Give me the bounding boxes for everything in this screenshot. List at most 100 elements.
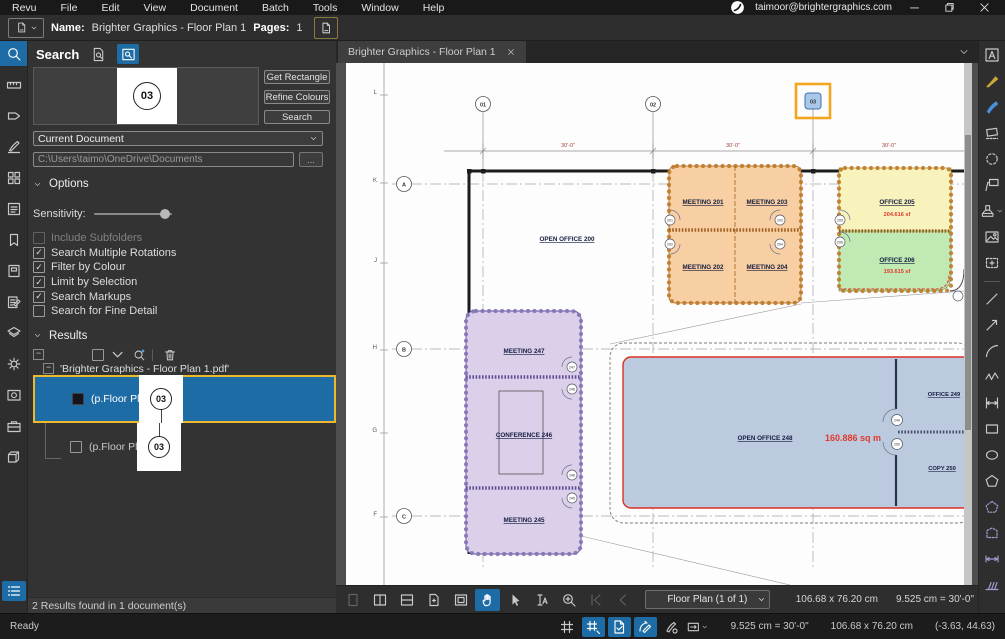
page-preview-button[interactable]: [314, 17, 338, 39]
menu-revu[interactable]: Revu: [0, 0, 49, 15]
checkbox-search-multiple-rotations[interactable]: [33, 247, 45, 259]
document-viewport[interactable]: L K J H G F 30'-0" 30'-0" 30'-0": [336, 63, 978, 585]
split-horizontal-button[interactable]: [394, 589, 419, 611]
slider-knob[interactable]: [160, 209, 170, 219]
callout-button[interactable]: [980, 174, 1004, 196]
measure-area-button[interactable]: [980, 574, 1004, 596]
pen-button[interactable]: [980, 96, 1004, 118]
search-result-row-2[interactable]: (p.Floor Plan) 03: [33, 423, 336, 471]
window-minimize-button[interactable]: [902, 1, 927, 14]
window-close-button[interactable]: [972, 1, 997, 14]
apply-action-button[interactable]: [108, 347, 126, 363]
line-button[interactable]: [980, 288, 1004, 310]
tab-list-chevron[interactable]: [958, 46, 970, 58]
highlight-button[interactable]: [980, 70, 1004, 92]
select-all-checkbox[interactable]: [92, 349, 104, 361]
zoom-button[interactable]: [556, 589, 581, 611]
polygon-button[interactable]: [980, 470, 1004, 492]
media-button[interactable]: [0, 382, 27, 407]
pan-button[interactable]: [475, 589, 500, 611]
document-menu-dropdown[interactable]: [8, 18, 44, 38]
page-select-dropdown[interactable]: Floor Plan (1 of 1): [645, 590, 770, 609]
measurements-button[interactable]: [0, 72, 27, 97]
options-section-header[interactable]: Options: [33, 177, 336, 191]
markup-summary-button[interactable]: [0, 289, 27, 314]
3d-model-button[interactable]: [0, 444, 27, 469]
first-page-button[interactable]: [583, 589, 608, 611]
pen-mode-button[interactable]: [660, 617, 683, 637]
signatures-button[interactable]: [0, 134, 27, 159]
results-section-header[interactable]: Results: [33, 329, 336, 343]
search-scope-select[interactable]: Current Document: [33, 131, 323, 146]
layers-button[interactable]: [0, 320, 27, 345]
arc-button[interactable]: [980, 340, 1004, 362]
split-vertical-button[interactable]: [367, 589, 392, 611]
ellipse-button[interactable]: [980, 444, 1004, 466]
snap-to-grid-button[interactable]: [582, 617, 605, 637]
text-search-tab[interactable]: [87, 44, 109, 64]
window-restore-button[interactable]: [937, 1, 962, 14]
show-grid-button[interactable]: [556, 617, 579, 637]
select-button[interactable]: [502, 589, 527, 611]
checkbox-limit-by-selection[interactable]: [33, 276, 45, 288]
document-tab[interactable]: Brighter Graphics - Floor Plan 1: [338, 41, 526, 63]
measure-length-button[interactable]: [980, 548, 1004, 570]
single-page-button[interactable]: [340, 589, 365, 611]
get-rectangle-button[interactable]: Get Rectangle: [264, 70, 330, 84]
search-result-row-1[interactable]: (p.Floor Plan) 03: [33, 375, 336, 423]
menu-edit[interactable]: Edit: [89, 0, 131, 15]
fit-page-button[interactable]: [448, 589, 473, 611]
arrow-button[interactable]: [980, 314, 1004, 336]
sensitivity-slider[interactable]: [94, 207, 172, 221]
flags-button[interactable]: [0, 103, 27, 128]
menu-view[interactable]: View: [132, 0, 179, 15]
result-checkbox[interactable]: [72, 393, 84, 405]
dimension-button[interactable]: [980, 392, 1004, 414]
image-button[interactable]: [980, 226, 1004, 248]
eraser-button[interactable]: [980, 122, 1004, 144]
insert-pages-button[interactable]: [421, 589, 446, 611]
menu-window[interactable]: Window: [349, 0, 410, 15]
previous-page-button[interactable]: [610, 589, 635, 611]
checkbox-search-markups[interactable]: [33, 291, 45, 303]
collapse-all-button[interactable]: −: [33, 349, 44, 360]
polyline-button[interactable]: [980, 366, 1004, 388]
close-icon[interactable]: [506, 47, 516, 57]
vertical-scrollbar[interactable]: [964, 63, 972, 585]
reuse-markup-button[interactable]: [686, 617, 709, 637]
menu-document[interactable]: Document: [178, 0, 250, 15]
polygon-cloud-button[interactable]: [980, 496, 1004, 518]
scrollbar-thumb[interactable]: [965, 135, 971, 430]
checkbox-filter-by-colour[interactable]: [33, 261, 45, 273]
menu-help[interactable]: Help: [411, 0, 457, 15]
menu-tools[interactable]: Tools: [301, 0, 350, 15]
tool-chest-button[interactable]: [0, 413, 27, 438]
cloud-button[interactable]: [980, 148, 1004, 170]
menu-batch[interactable]: Batch: [250, 0, 301, 15]
result-checkbox[interactable]: [70, 441, 82, 453]
spaces-button[interactable]: [0, 258, 27, 283]
stamp-button[interactable]: [980, 200, 1004, 222]
checkbox-include-subfolders[interactable]: [33, 232, 45, 244]
browse-button[interactable]: ...: [299, 152, 323, 167]
snap-to-markup-button[interactable]: [634, 617, 657, 637]
search-button[interactable]: [0, 41, 27, 66]
refine-colours-button[interactable]: Refine Colours: [264, 90, 330, 104]
delete-result-button[interactable]: [161, 347, 179, 363]
markups-list-toggle-button[interactable]: [2, 581, 26, 601]
snapshot-button[interactable]: [980, 252, 1004, 274]
folder-path-input[interactable]: C:\Users\taimo\OneDrive\Documents: [33, 152, 294, 167]
select-text-button[interactable]: [529, 589, 554, 611]
checkbox-search-fine-detail[interactable]: [33, 305, 45, 317]
thumbnails-button[interactable]: [0, 165, 27, 190]
snap-to-content-button[interactable]: [608, 617, 631, 637]
visual-search-tab[interactable]: [117, 44, 139, 64]
polygon-sketch-button[interactable]: [980, 522, 1004, 544]
bookmarks-button[interactable]: [0, 227, 27, 252]
rectangle-button[interactable]: [980, 418, 1004, 440]
search-button[interactable]: Search: [264, 110, 330, 124]
settings-button[interactable]: [0, 351, 27, 376]
text-box-button[interactable]: [980, 44, 1004, 66]
menu-file[interactable]: File: [49, 0, 90, 15]
properties-button[interactable]: [0, 196, 27, 221]
